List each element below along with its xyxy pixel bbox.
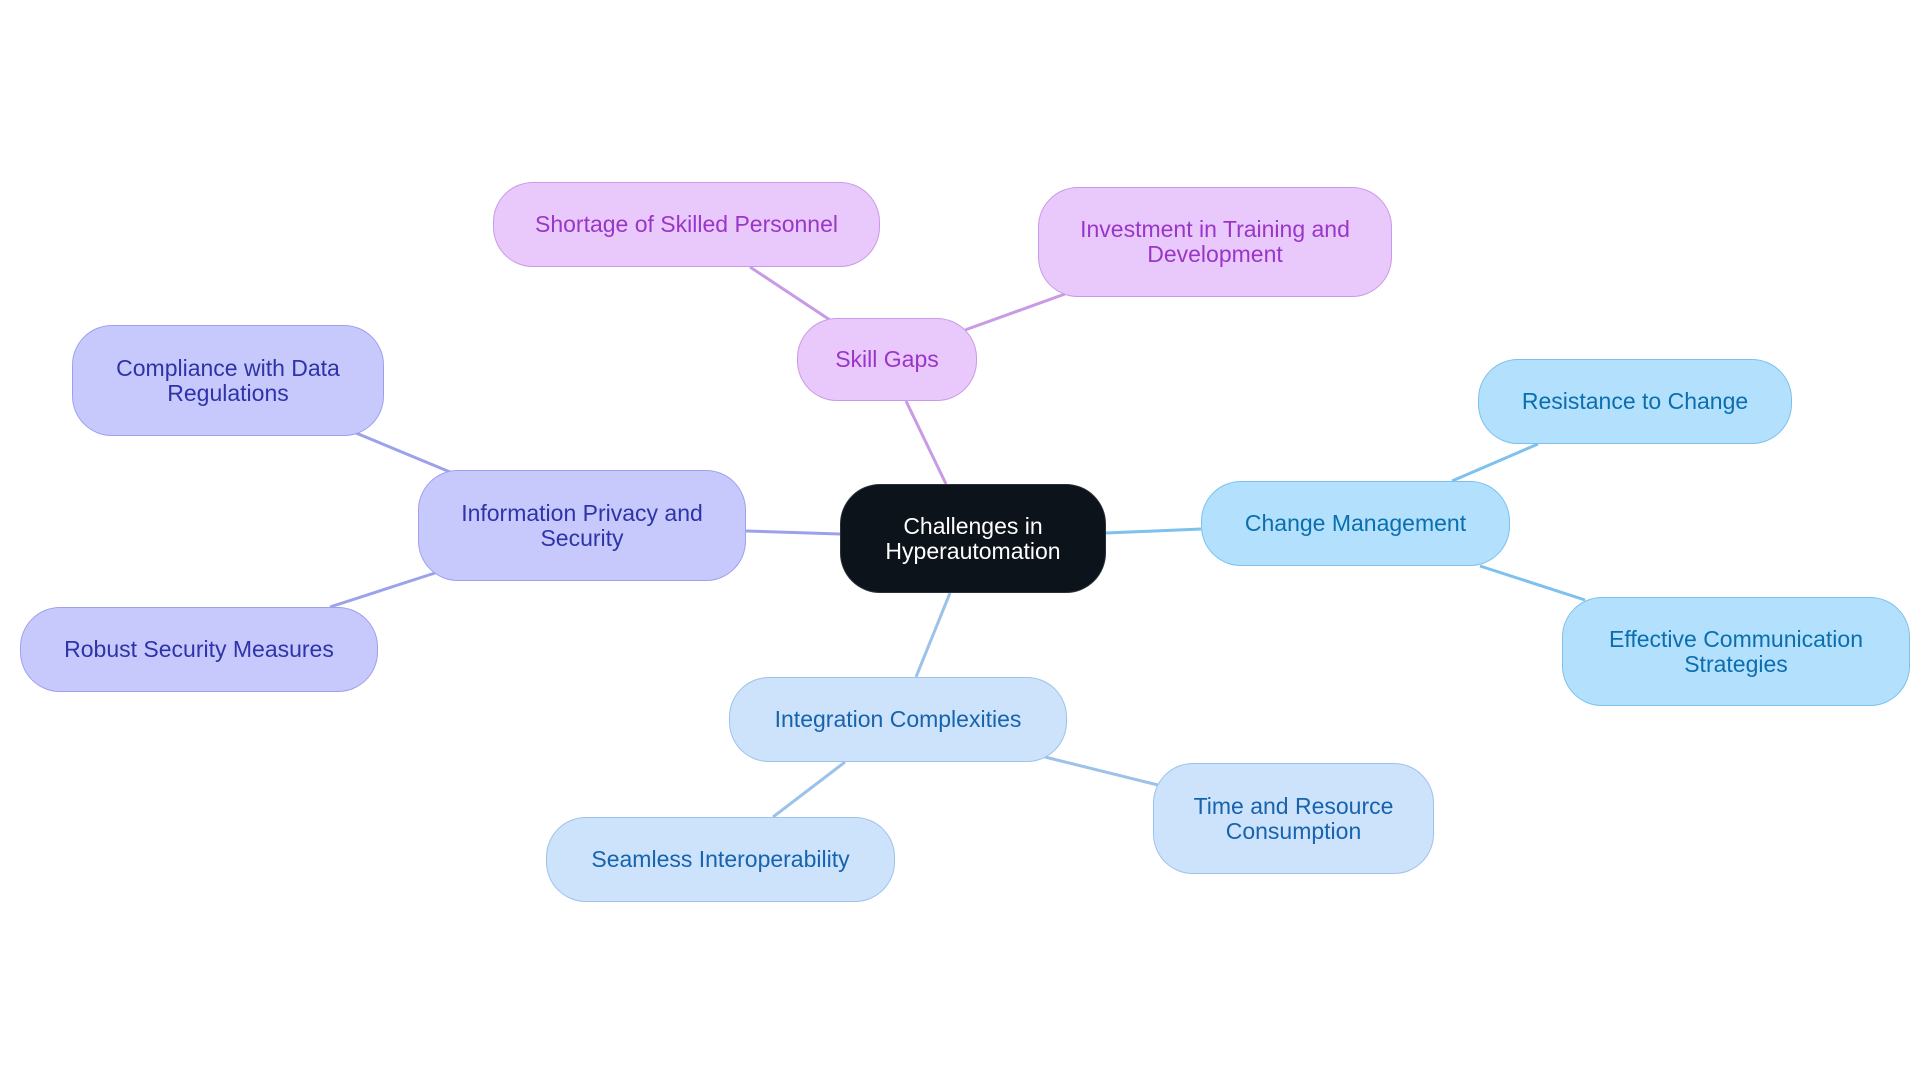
edge-root-skill-gaps — [904, 400, 948, 485]
node-resistance-to-change[interactable]: Resistance to Change — [1478, 359, 1792, 444]
resistance-label: Resistance to Change — [1521, 388, 1749, 414]
edge-change-resistance — [1451, 442, 1539, 483]
node-robust-security-measures[interactable]: Robust Security Measures — [20, 607, 378, 692]
node-seamless-interoperability[interactable]: Seamless Interoperability — [546, 817, 895, 902]
node-investment-in-training[interactable]: Investment in Training and Development — [1038, 187, 1392, 297]
edge-skill-gaps-investment — [964, 292, 1066, 332]
node-effective-communication-strategies[interactable]: Effective Communication Strategies — [1562, 597, 1910, 706]
root-node[interactable]: Challenges in Hyperautomation — [840, 484, 1106, 593]
node-time-and-resource-consumption[interactable]: Time and Resource Consumption — [1153, 763, 1434, 874]
privacy-label: Information Privacy and Security — [461, 499, 703, 551]
edge-integration-seamless — [772, 760, 846, 819]
robust-label: Robust Security Measures — [64, 636, 334, 662]
investment-label: Investment in Training and Development — [1080, 216, 1350, 267]
skill-gaps-label: Skill Gaps — [835, 346, 939, 372]
node-shortage-of-skilled-personnel[interactable]: Shortage of Skilled Personnel — [493, 182, 880, 267]
edge-root-change — [1105, 527, 1202, 535]
effective-label: Effective Communication Strategies — [1609, 625, 1863, 677]
edge-privacy-compliance — [355, 431, 451, 474]
change-label: Change Management — [1244, 510, 1467, 536]
integration-label: Integration Complexities — [774, 706, 1022, 732]
edge-root-integration — [914, 592, 952, 678]
seamless-label: Seamless Interoperability — [591, 846, 850, 872]
node-integration-complexities[interactable]: Integration Complexities — [729, 677, 1067, 762]
edge-integration-time — [1044, 755, 1159, 787]
node-skill-gaps[interactable]: Skill Gaps — [797, 318, 977, 401]
node-change-management[interactable]: Change Management — [1201, 481, 1510, 566]
root-label: Challenges in Hyperautomation — [885, 512, 1061, 564]
node-information-privacy-security[interactable]: Information Privacy and Security — [418, 470, 746, 581]
compliance-label: Compliance with Data Regulations — [116, 354, 340, 406]
edge-change-effective — [1479, 564, 1586, 602]
time-label: Time and Resource Consumption — [1193, 792, 1394, 844]
edge-privacy-robust — [329, 571, 436, 609]
edge-root-privacy — [745, 529, 841, 536]
edge-skill-gaps-shortage — [749, 265, 831, 322]
shortage-label: Shortage of Skilled Personnel — [534, 211, 839, 237]
node-compliance-with-data-regulations[interactable]: Compliance with Data Regulations — [72, 325, 384, 436]
